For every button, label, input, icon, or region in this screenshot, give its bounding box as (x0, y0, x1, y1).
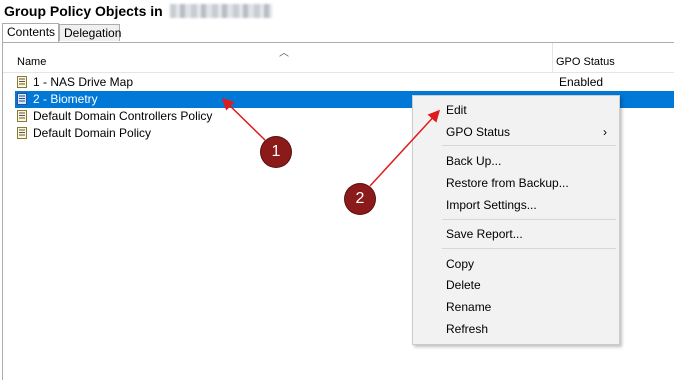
tab-contents[interactable]: Contents (2, 23, 59, 42)
annotation-arrows (221, 97, 441, 187)
annotation-badge-1: 1 (261, 137, 291, 167)
annotation-arrow-2 (369, 109, 441, 187)
annotation-badge-2: 2 (345, 184, 375, 214)
annotation-arrow-1 (221, 97, 266, 141)
